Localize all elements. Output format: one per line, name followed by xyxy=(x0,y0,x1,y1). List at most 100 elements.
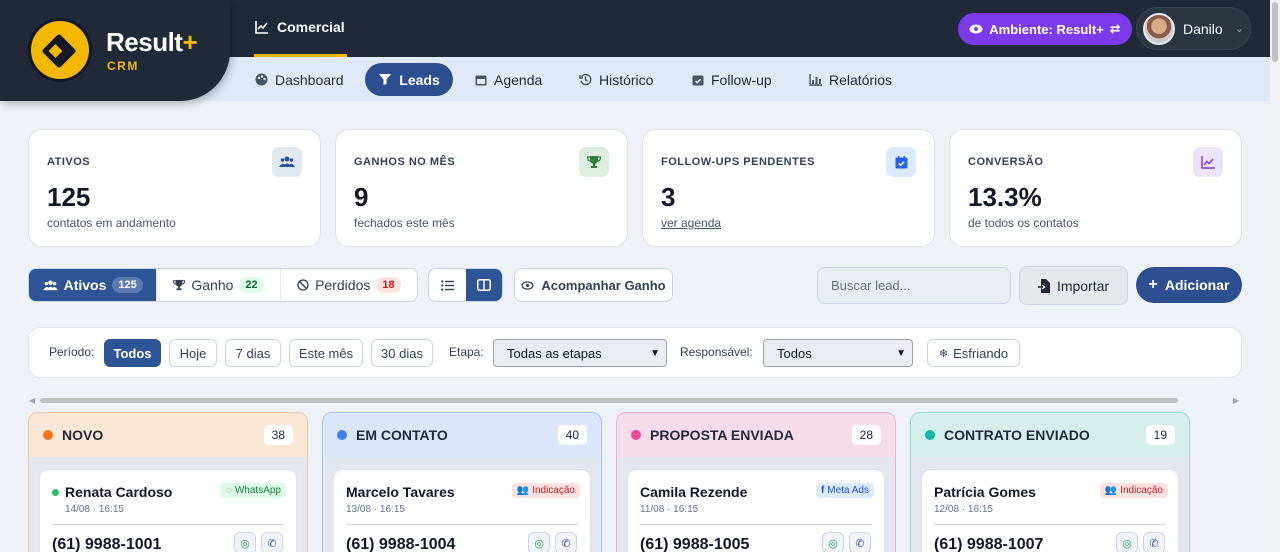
call-button[interactable]: ✆ xyxy=(261,532,283,552)
column-count: 19 xyxy=(1145,425,1175,445)
user-menu[interactable]: Danilo ⌄ xyxy=(1136,7,1251,50)
stat-card-conversao: CONVERSÃO 13.3% de todos os contatos xyxy=(949,129,1242,247)
count-badge: 125 xyxy=(112,277,143,293)
history-icon xyxy=(579,73,592,86)
vertical-scrollbar[interactable] xyxy=(1270,0,1280,552)
facebook-icon: f xyxy=(820,485,825,496)
button-label: Esfriando xyxy=(953,345,1009,361)
lead-name: Marcelo Tavares xyxy=(346,484,455,500)
stat-label: ATIVOS xyxy=(47,156,91,168)
nav-historico[interactable]: Histórico xyxy=(567,63,665,96)
whatsapp-icon: ◎ xyxy=(240,537,250,550)
calendar-check-icon xyxy=(886,147,916,177)
import-button[interactable]: Importar xyxy=(1019,266,1128,305)
owner-select[interactable]: Todos ▼ xyxy=(763,339,913,367)
stat-value: 3 xyxy=(661,182,676,212)
phone-icon: ✆ xyxy=(855,537,865,550)
column-header: EM CONTATO 40 xyxy=(323,413,601,457)
column-header: PROPOSTA ENVIADA 28 xyxy=(617,413,895,457)
column-count: 28 xyxy=(851,425,881,445)
status-dot xyxy=(925,430,935,440)
stat-label: GANHOS NO MÊS xyxy=(354,156,456,168)
status-segmented-control: Ativos 125 Ganho 22 Perdidos 18 xyxy=(28,268,418,302)
whatsapp-icon: ◎ xyxy=(828,537,838,550)
environment-button[interactable]: Ambiente: Result+ ⇄ xyxy=(958,13,1132,45)
column-body: Marcelo Tavares 13/08 · 16:15 👥 Indicação… xyxy=(323,457,601,552)
whatsapp-icon: ◌ xyxy=(225,485,232,496)
scroll-left-icon[interactable]: ◀ xyxy=(29,396,35,405)
whatsapp-button[interactable]: ◎ xyxy=(1116,532,1138,552)
lead-card[interactable]: Camila Rezende 11/08 · 16:15 f Meta Ads (… xyxy=(627,469,885,552)
call-button[interactable]: ✆ xyxy=(555,532,577,552)
lead-card[interactable]: Marcelo Tavares 13/08 · 16:15 👥 Indicação… xyxy=(333,469,591,552)
period-todos[interactable]: Todos xyxy=(104,339,161,367)
nav-dashboard[interactable]: Dashboard xyxy=(243,63,356,96)
nav-leads[interactable]: Leads xyxy=(365,63,453,96)
filters-bar: Período: Todos Hoje 7 dias Este mês 30 d… xyxy=(28,327,1242,378)
period-hoje[interactable]: Hoje xyxy=(169,339,217,367)
nav-relatorios[interactable]: Relatórios xyxy=(797,63,904,96)
stat-card-ganhos: GANHOS NO MÊS 9 fechados este mês xyxy=(335,129,628,247)
button-label: Acompanhar Ganho xyxy=(541,277,666,293)
acompanhar-ganho-button[interactable]: Acompanhar Ganho xyxy=(514,268,673,302)
button-label: Importar xyxy=(1056,277,1110,294)
scroll-right-icon[interactable]: ▶ xyxy=(1233,396,1239,405)
lead-name-text: Renata Cardoso xyxy=(65,484,173,500)
avatar xyxy=(1143,12,1175,45)
module-comercial[interactable]: Comercial xyxy=(255,19,345,35)
period-7-dias[interactable]: 7 dias xyxy=(225,339,281,367)
whatsapp-button[interactable]: ◎ xyxy=(234,532,256,552)
calendar-icon xyxy=(475,75,487,85)
nav-label: Agenda xyxy=(494,71,543,88)
tab-perdidos[interactable]: Perdidos 18 xyxy=(281,269,417,301)
nav-label: Follow-up xyxy=(711,71,772,88)
divider xyxy=(52,524,284,525)
lead-card[interactable]: Patrícia Gomes 12/08 · 16:15 👥 Indicação … xyxy=(921,469,1179,552)
ver-agenda-link[interactable]: ver agenda xyxy=(661,216,721,230)
nav-agenda[interactable]: Agenda xyxy=(463,63,554,96)
esfriando-button[interactable]: ❄ Esfriando xyxy=(927,339,1020,367)
users-icon xyxy=(42,279,58,290)
file-import-icon xyxy=(1037,278,1050,293)
search-placeholder: Buscar lead... xyxy=(831,278,911,293)
call-button[interactable]: ✆ xyxy=(849,532,871,552)
column-title: EM CONTATO xyxy=(356,427,448,443)
stat-sub: contatos em andamento xyxy=(47,216,176,230)
plus-icon: + xyxy=(1148,276,1158,293)
source-badge: 👥 Indicação xyxy=(511,483,580,498)
tab-ativos[interactable]: Ativos 125 xyxy=(29,269,158,301)
add-lead-button[interactable]: + Adicionar xyxy=(1136,267,1242,303)
chevron-down-icon: ▼ xyxy=(650,347,660,359)
stat-value: 13.3% xyxy=(968,182,1042,212)
brand-name: Result+ xyxy=(106,27,198,57)
stage-select[interactable]: Todas as etapas ▼ xyxy=(493,339,667,367)
search-input[interactable]: Buscar lead... xyxy=(817,267,1011,304)
kanban-view-button[interactable] xyxy=(465,269,502,301)
status-dot xyxy=(43,430,53,440)
stat-sub: de todos os contatos xyxy=(968,216,1079,230)
lead-date: 12/08 · 16:15 xyxy=(934,504,993,515)
chart-line-icon xyxy=(255,21,268,34)
nav-follow-up[interactable]: Follow-up xyxy=(680,63,784,96)
list-view-button[interactable] xyxy=(429,269,466,301)
column-proposta-enviada: PROPOSTA ENVIADA 28 Camila Rezende 11/08… xyxy=(616,412,896,552)
period-30-dias[interactable]: 30 dias xyxy=(371,339,433,367)
divider xyxy=(934,524,1166,525)
whatsapp-button[interactable]: ◎ xyxy=(822,532,844,552)
calendar-check-icon xyxy=(692,75,704,85)
phone-icon: ✆ xyxy=(1149,537,1159,550)
view-toggle xyxy=(428,268,503,302)
logo-area[interactable]: Result+ CRM xyxy=(0,0,230,101)
status-dot xyxy=(631,430,641,440)
column-contrato-enviado: CONTRATO ENVIADO 19 Patrícia Gomes 12/08… xyxy=(910,412,1190,552)
chart-line-icon xyxy=(1193,147,1223,177)
lead-phone: (61) 9988-1005 xyxy=(640,536,750,552)
horizontal-scrollbar[interactable] xyxy=(40,398,1178,403)
whatsapp-button[interactable]: ◎ xyxy=(528,532,550,552)
whatsapp-icon: ◎ xyxy=(534,537,544,550)
period-este-mes[interactable]: Este mês xyxy=(289,339,363,367)
tab-ganho[interactable]: Ganho 22 xyxy=(157,269,281,301)
column-count: 38 xyxy=(263,425,293,445)
call-button[interactable]: ✆ xyxy=(1143,532,1165,552)
lead-card[interactable]: Renata Cardoso 14/08 · 16:15 ◌ WhatsApp (… xyxy=(39,469,297,552)
